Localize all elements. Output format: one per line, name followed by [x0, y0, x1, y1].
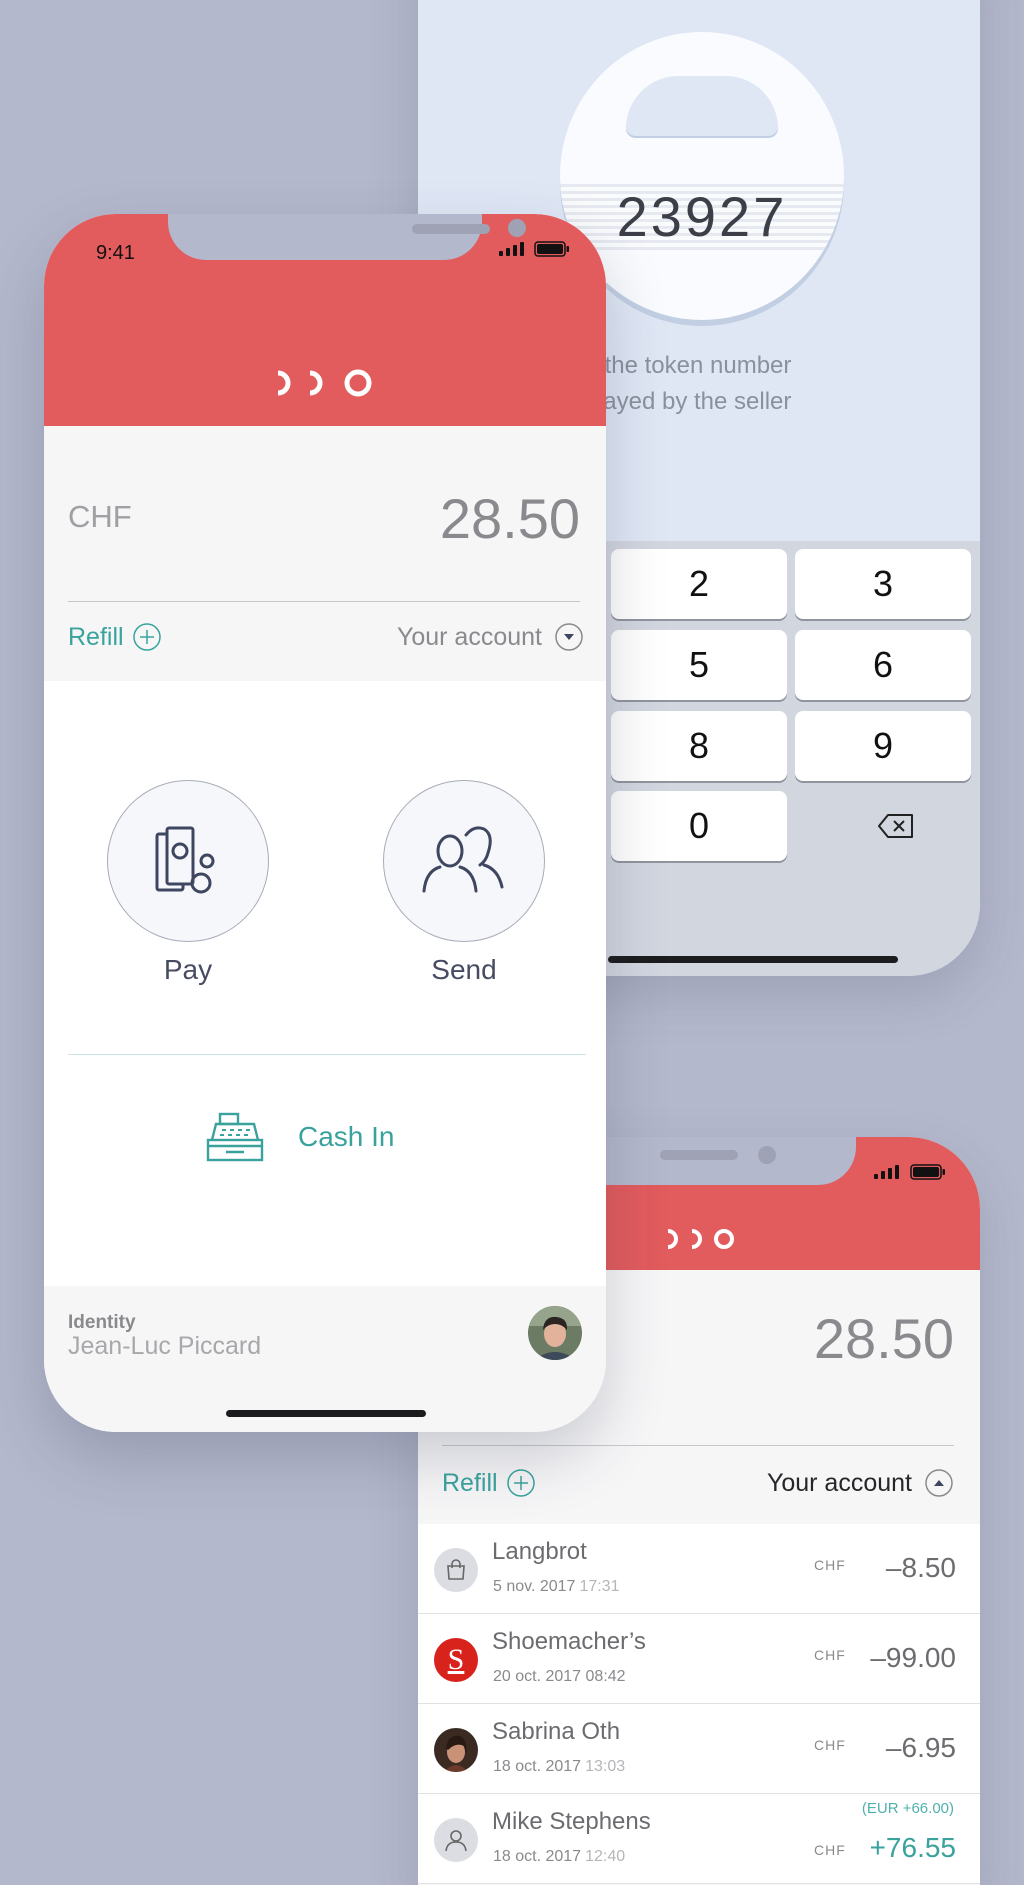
plus-circle-icon — [132, 623, 161, 651]
transaction-amount: –8.50 — [885, 1552, 956, 1583]
identity-name: Jean-Luc Piccard — [68, 1332, 262, 1360]
divider — [68, 1054, 586, 1055]
balance-amount: 28.50 — [439, 487, 580, 550]
pay-button[interactable] — [107, 780, 269, 942]
front-camera — [508, 219, 526, 237]
transaction-name: Langbrot — [492, 1538, 587, 1565]
transaction-amount: –99.00 — [870, 1642, 956, 1673]
user-icon — [434, 1818, 478, 1862]
cash-in-button[interactable]: Cash In — [204, 1110, 395, 1164]
identity-title: Identity — [68, 1312, 136, 1333]
transaction-row[interactable]: Langbrot 5 nov. 2017 17:31 CHF –8.50 — [418, 1524, 980, 1614]
refill-button[interactable]: Refill — [442, 1468, 536, 1498]
cash-in-label: Cash In — [298, 1121, 395, 1152]
battery-icon — [910, 1164, 945, 1180]
brand-logo-icon — [277, 369, 372, 397]
plus-circle-icon — [506, 1469, 535, 1497]
speaker-grille — [660, 1150, 738, 1160]
balance-amount: 28.50 — [813, 1307, 954, 1370]
transaction-foreign-amount: (EUR +66.00) — [861, 1800, 954, 1817]
cash-register-icon — [206, 1112, 264, 1162]
transaction-row[interactable]: Mike Stephens 18 oct. 2017 12:40 (EUR +66… — [418, 1794, 980, 1884]
send-button[interactable] — [383, 780, 545, 942]
token-hole — [626, 76, 778, 138]
shoemacher-logo-icon: S — [434, 1638, 478, 1682]
device-notch — [168, 214, 526, 260]
account-toggle[interactable]: Your account — [767, 1468, 954, 1498]
transaction-name: Sabrina Oth — [492, 1718, 621, 1745]
key-2[interactable]: 2 — [611, 549, 787, 619]
key-6[interactable]: 6 — [795, 630, 971, 700]
key-5[interactable]: 5 — [611, 630, 787, 700]
send-label[interactable]: Send — [364, 954, 564, 986]
transaction-row[interactable]: Sabrina Oth 18 oct. 2017 13:03 CHF –6.95 — [418, 1704, 980, 1794]
divider — [442, 1445, 954, 1446]
users-icon — [422, 826, 504, 893]
account-toggle[interactable]: Your account — [397, 622, 584, 652]
divider — [68, 601, 580, 602]
refill-label: Refill — [442, 1468, 498, 1497]
home-indicator[interactable] — [608, 956, 898, 963]
speaker-grille — [412, 224, 490, 234]
transaction-date: 20 oct. 2017 08:42 — [493, 1668, 626, 1685]
chevron-down-icon — [555, 623, 583, 651]
app-header: 9:41 — [44, 214, 606, 426]
refill-label: Refill — [68, 622, 124, 651]
home-indicator[interactable] — [226, 1410, 426, 1417]
transaction-currency: CHF — [814, 1842, 846, 1858]
balance-currency: CHF — [68, 499, 132, 534]
key-9[interactable]: 9 — [795, 711, 971, 781]
brand-logo-icon — [667, 1229, 734, 1249]
transaction-amount: +76.55 — [869, 1832, 956, 1863]
key-3[interactable]: 3 — [795, 549, 971, 619]
transaction-amount: –6.95 — [885, 1732, 956, 1763]
transaction-date: 18 oct. 2017 12:40 — [493, 1848, 626, 1865]
transaction-name: Shoemacher’s — [492, 1628, 646, 1655]
shopping-bag-icon — [434, 1548, 478, 1592]
chevron-up-icon — [925, 1469, 953, 1497]
transaction-row[interactable]: S Shoemacher’s 20 oct. 2017 08:42 CHF –9… — [418, 1614, 980, 1704]
avatar — [434, 1728, 478, 1772]
transaction-date: 5 nov. 2017 17:31 — [493, 1578, 620, 1595]
balance-panel: CHF 28.50 Refill Your account — [44, 426, 606, 681]
pay-label[interactable]: Pay — [88, 954, 288, 986]
pay-cash-icon — [155, 826, 215, 894]
account-label: Your account — [396, 622, 542, 651]
front-camera — [758, 1146, 776, 1164]
avatar[interactable] — [528, 1306, 582, 1360]
transaction-list: Langbrot 5 nov. 2017 17:31 CHF –8.50 S Sh… — [418, 1524, 980, 1884]
key-0[interactable]: 0 — [611, 791, 787, 861]
transaction-currency: CHF — [814, 1737, 846, 1753]
transaction-currency: CHF — [814, 1647, 846, 1663]
battery-icon — [534, 241, 569, 257]
backspace-key[interactable] — [866, 791, 926, 861]
transaction-date: 18 oct. 2017 13:03 — [493, 1758, 626, 1775]
key-8[interactable]: 8 — [611, 711, 787, 781]
refill-button[interactable]: Refill — [68, 622, 162, 652]
account-label: Your account — [766, 1468, 912, 1497]
transaction-currency: CHF — [814, 1557, 846, 1573]
transaction-name: Mike Stephens — [492, 1808, 651, 1835]
status-time: 9:41 — [96, 242, 135, 264]
signal-icon — [499, 242, 524, 256]
signal-icon — [874, 1165, 899, 1179]
backspace-icon — [878, 814, 913, 838]
main-wallet-screen: 9:41 CHF 28.50 Refill Your account Pay S… — [44, 214, 606, 1432]
